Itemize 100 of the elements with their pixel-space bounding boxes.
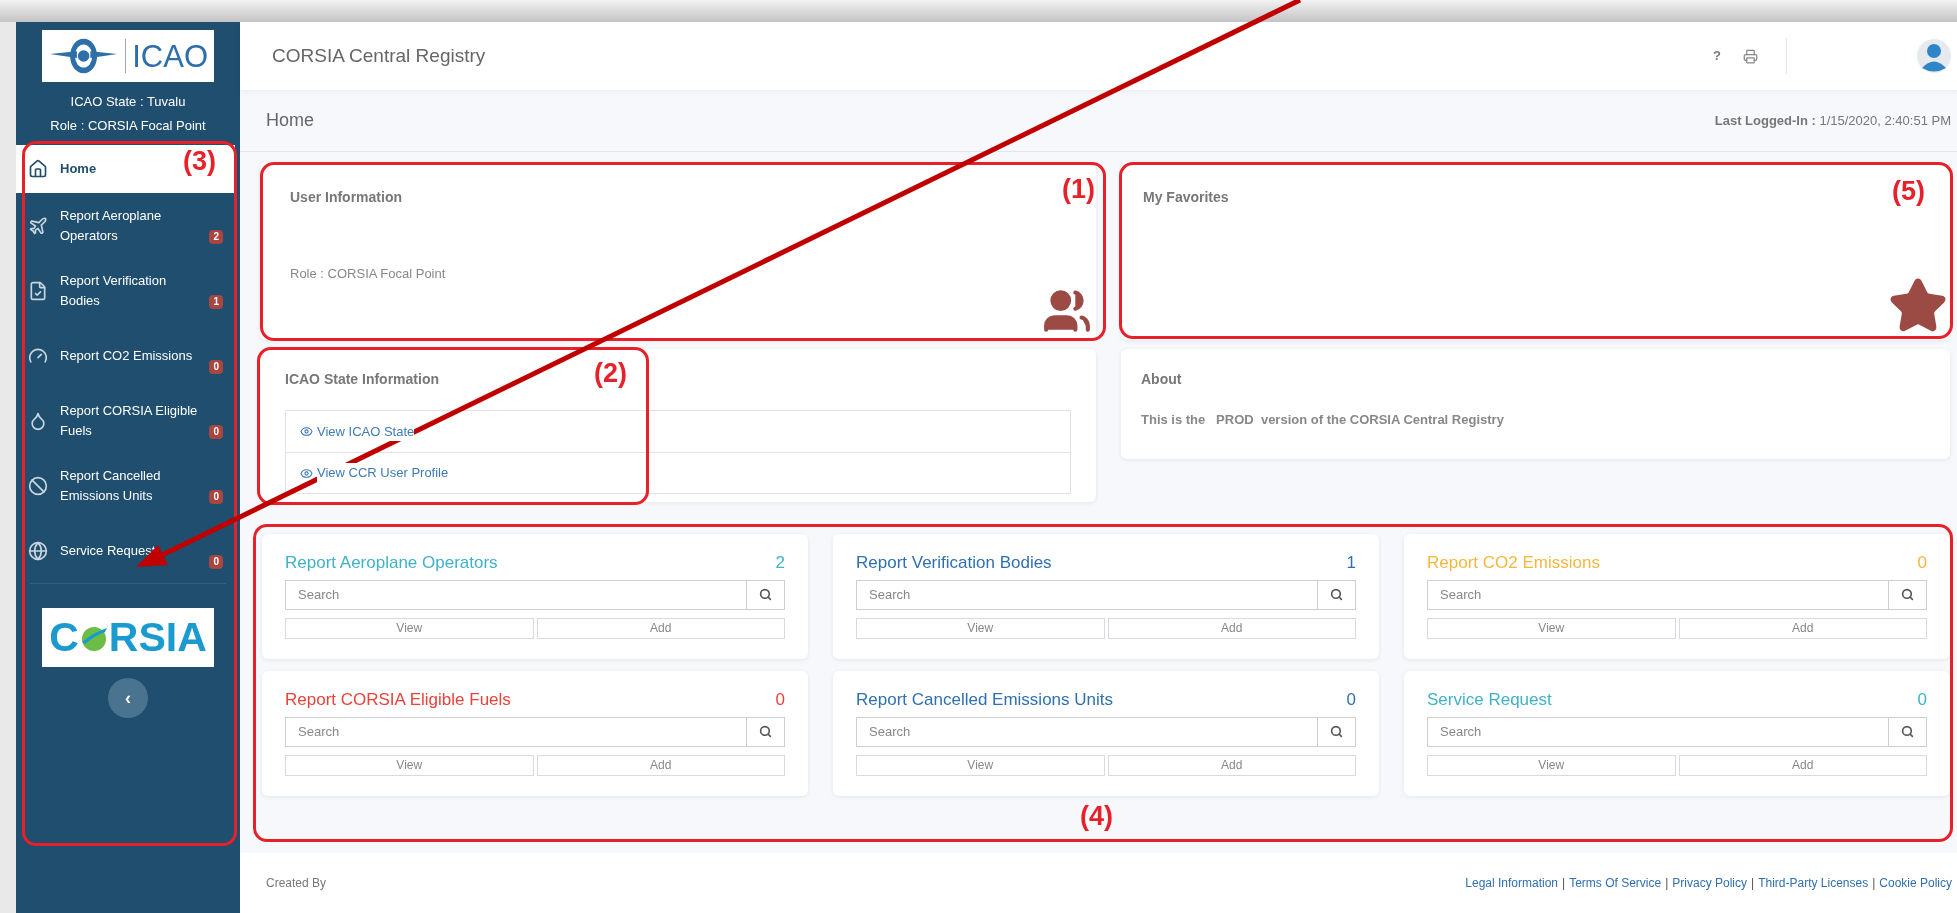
tile-count: 0 — [1917, 689, 1927, 711]
view-button[interactable]: View — [1427, 754, 1676, 776]
footer-link[interactable]: Terms Of Service — [1569, 874, 1662, 892]
search-icon — [1901, 588, 1914, 601]
footer-link[interactable]: Legal Information — [1465, 874, 1559, 892]
eye-icon — [300, 425, 313, 438]
eye-icon — [300, 466, 313, 480]
separator: | — [1872, 875, 1876, 892]
tile-count: 0 — [1346, 689, 1356, 711]
tile-count: 0 — [1917, 552, 1927, 574]
add-button[interactable]: Add — [1678, 617, 1927, 639]
footer-link[interactable]: Third-Party Licenses — [1758, 874, 1869, 892]
search-icon — [1330, 725, 1343, 738]
add-button[interactable]: Add — [1107, 754, 1356, 776]
search-button[interactable] — [1318, 579, 1356, 610]
profile-link[interactable]: View ICAO State — [286, 411, 1070, 452]
add-button[interactable]: Add — [536, 617, 785, 639]
search-icon — [1901, 725, 1914, 738]
view-button[interactable]: View — [285, 617, 534, 639]
sidebar-item-label: Report Verification Bodies — [60, 271, 168, 310]
airplane-icon — [28, 215, 48, 236]
document-icon — [28, 280, 48, 301]
last-login-text: Last Logged-In : 1/15/2020, 2:40:51 PM — [1714, 111, 1951, 130]
view-button[interactable]: View — [1427, 617, 1676, 639]
card-title: ICAO State Information — [285, 370, 439, 389]
sidebar-item[interactable]: Report Aeroplane Operators 2 — [16, 193, 235, 258]
about-text: This is the PROD version of the CORSIA Central Registry — [1141, 411, 1505, 429]
sidebar-item-label: Home — [60, 160, 97, 178]
search-field[interactable]: Search — [856, 716, 1318, 747]
footer-link[interactable]: Cookie Policy — [1879, 874, 1952, 892]
search-icon — [1330, 588, 1343, 601]
tile-count: 1 — [1346, 552, 1356, 574]
separator: | — [1665, 875, 1669, 892]
search-field[interactable]: Search — [1427, 579, 1889, 610]
avatar-icon[interactable] — [1917, 39, 1951, 73]
search-field[interactable]: Search — [285, 579, 747, 610]
print-icon[interactable] — [1743, 48, 1758, 64]
search-button[interactable] — [1318, 716, 1356, 747]
tile-title[interactable]: Report Aeroplane Operators — [285, 550, 498, 576]
search-field[interactable]: Search — [1427, 716, 1889, 747]
tile-count: 0 — [775, 689, 785, 711]
count-badge: 0 — [209, 555, 223, 569]
role-text: Role : CORSIA Focal Point — [49, 116, 207, 135]
count-badge: 1 — [209, 295, 223, 309]
add-button[interactable]: Add — [536, 754, 785, 776]
help-button[interactable]: ? — [1713, 46, 1721, 66]
house-icon — [28, 159, 48, 179]
add-button[interactable]: Add — [1107, 617, 1356, 639]
role-text: Role : CORSIA Focal Point — [290, 265, 447, 283]
count-badge: 2 — [209, 230, 223, 244]
count-badge: 0 — [209, 360, 223, 374]
logo-text: C — [49, 612, 79, 662]
separator: | — [1562, 875, 1566, 892]
card-title: About — [1141, 370, 1183, 389]
view-button[interactable]: View — [285, 754, 534, 776]
footer-link[interactable]: Privacy Policy — [1672, 874, 1747, 892]
card-title: User Information — [290, 188, 402, 207]
created-by-text: Created By — [266, 875, 327, 892]
annotation-label: (3) — [183, 148, 216, 175]
sidebar-item[interactable]: Report Verification Bodies 1 — [16, 258, 235, 323]
search-field[interactable]: Search — [285, 716, 747, 747]
tile-title[interactable]: Report CORSIA Eligible Fuels — [285, 687, 511, 713]
circle-slash-icon — [28, 475, 48, 496]
sidebar-item[interactable]: Report Cancelled Emissions Units 0 — [16, 453, 235, 518]
page-title: Home — [266, 109, 314, 132]
search-icon — [759, 588, 772, 601]
annotation-label: (1) — [1062, 176, 1095, 203]
sidebar-item[interactable]: Report CO2 Emissions 0 — [16, 323, 235, 388]
count-badge: 0 — [209, 425, 223, 439]
annotation-label: (5) — [1892, 178, 1925, 205]
sidebar-item-label: Report CO2 Emissions — [60, 346, 193, 365]
annotation-label: (2) — [594, 360, 627, 387]
sidebar-item-label: Report Cancelled Emissions Units — [60, 466, 162, 505]
tile-count: 2 — [775, 552, 785, 574]
sidebar-item-label: Report CORSIA Eligible Fuels — [60, 401, 198, 440]
add-button[interactable]: Add — [1678, 754, 1927, 776]
search-button[interactable] — [747, 579, 785, 610]
droplet-icon — [28, 410, 48, 431]
logo-text: RSIA — [108, 612, 207, 662]
tile-title[interactable]: Report Cancelled Emissions Units — [856, 687, 1113, 713]
count-badge: 0 — [209, 490, 223, 504]
sidebar-item-label: Report Aeroplane Operators — [60, 206, 163, 245]
card-title: My Favorites — [1143, 188, 1229, 207]
separator: | — [1751, 875, 1755, 892]
search-button[interactable] — [1889, 716, 1927, 747]
collapse-button[interactable]: ‹ — [108, 678, 148, 718]
tile-title[interactable]: Service Request — [1427, 687, 1552, 713]
app-title: CORSIA Central Registry — [272, 43, 487, 68]
search-icon — [759, 725, 772, 738]
search-button[interactable] — [747, 716, 785, 747]
tile-title[interactable]: Report Verification Bodies — [856, 550, 1052, 576]
logo-text: ICAO — [132, 40, 208, 72]
view-button[interactable]: View — [856, 754, 1105, 776]
profile-link[interactable]: View CCR User Profile — [286, 452, 1070, 493]
sidebar-item[interactable]: Report CORSIA Eligible Fuels 0 — [16, 388, 235, 453]
search-field[interactable]: Search — [856, 579, 1318, 610]
view-button[interactable]: View — [856, 617, 1105, 639]
annotation-label: (4) — [1080, 803, 1113, 830]
globe-icon — [28, 540, 48, 561]
search-button[interactable] — [1889, 579, 1927, 610]
